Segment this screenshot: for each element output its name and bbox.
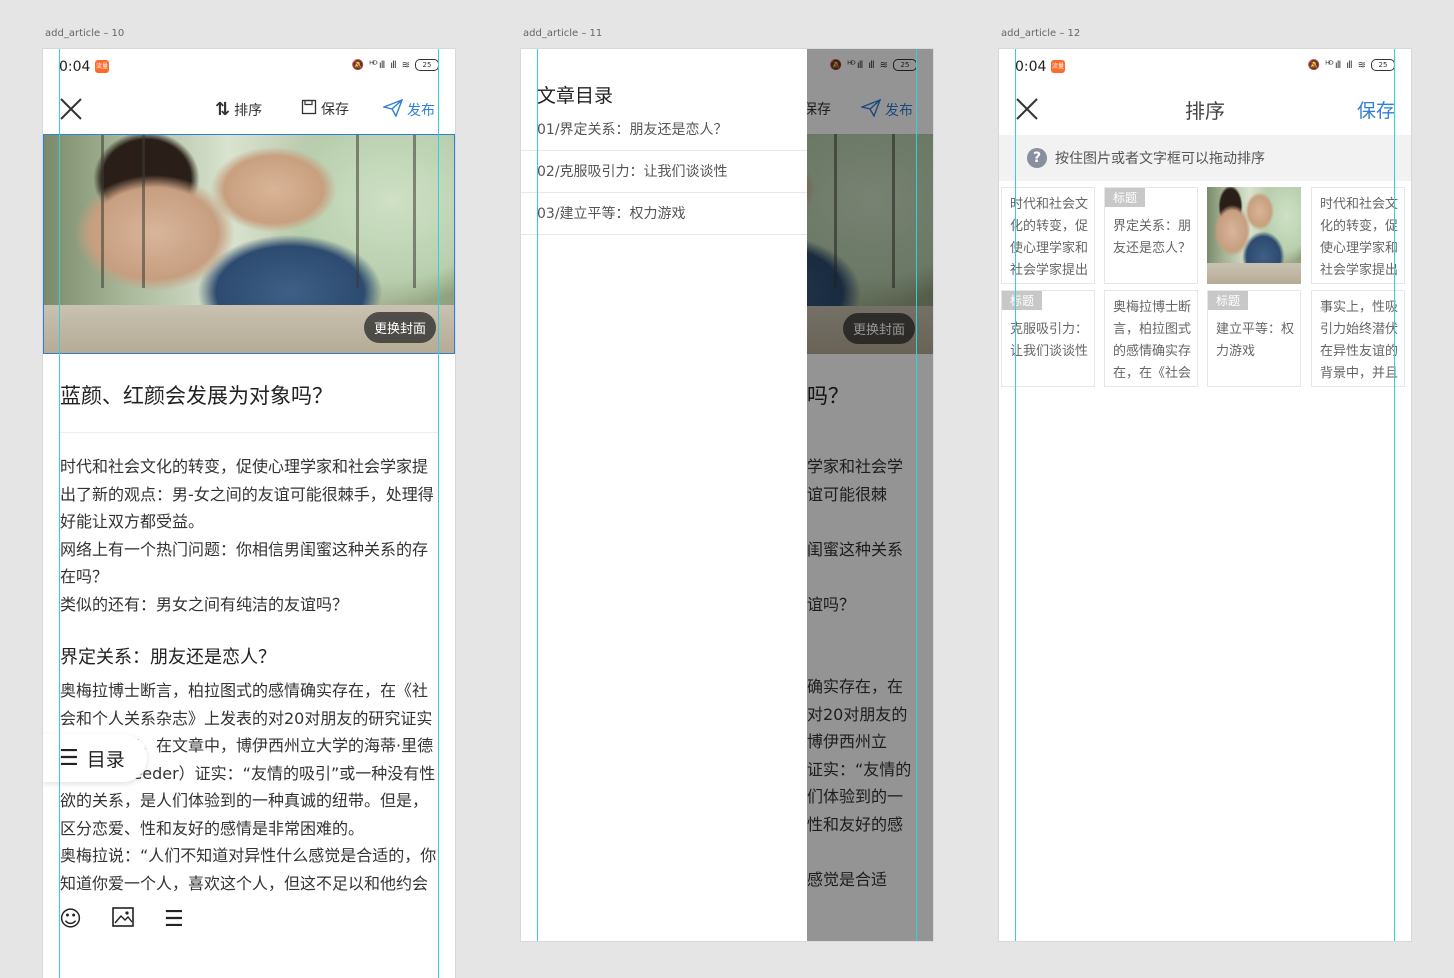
tip-text: 按住图片或者文字框可以拖动排序 [1055, 151, 1265, 167]
layout-guide [1015, 49, 1016, 941]
send-icon [381, 98, 404, 121]
title-tag: 标题 [1105, 188, 1146, 207]
signal-hd-icon: ᴴᴰ ıll [369, 59, 385, 71]
title-tag: 标题 [1208, 291, 1249, 310]
page-title: 排序 [1185, 99, 1225, 123]
help-icon: ? [1027, 148, 1047, 168]
paragraph: 网络上有一个热门问题：你相信男闺蜜这种关系的存在吗？ [60, 539, 429, 587]
sort-icon: ⇅ [215, 99, 231, 120]
save-button[interactable]: 保存 [301, 99, 349, 119]
sort-card-text[interactable]: 时代和社会文化的转变，促使心理学家和社会学家提出 [1311, 187, 1405, 284]
battery-icon: 25 [415, 59, 439, 71]
signal-icon: ıll [390, 59, 396, 71]
sort-tip: ? 按住图片或者文字框可以拖动排序 [999, 135, 1411, 181]
status-bar: 0:04 流量 🔕 ᴴᴰ ıll ıll ≋ 25 [999, 57, 1411, 79]
close-icon[interactable] [59, 97, 83, 125]
mute-icon: 🔕 [351, 59, 364, 71]
artboard-label: add_article – 10 [45, 28, 125, 39]
toc-item[interactable]: 03/建立平等：权力游戏 [521, 193, 807, 235]
save-icon [301, 99, 317, 119]
signal-icon: ıll [1346, 59, 1352, 71]
sort-button[interactable]: ⇅ 排序 [215, 99, 262, 120]
editor-bottom-bar: ☺ ☰ [43, 896, 455, 942]
status-time: 0:04 [59, 59, 91, 75]
sort-card-text[interactable]: 奥梅拉博士断言，柏拉图式的感情确实存在，在《社会 [1104, 290, 1198, 387]
toc-screen: 🔕 ᴴᴰ ıll ıll ≋ 25 保存 发布 更换封面 吗？ 学家和社会学 谊可… [521, 49, 933, 941]
layout-guide [537, 49, 538, 941]
publish-button[interactable]: 发布 [381, 98, 435, 121]
section-heading[interactable]: 界定关系：朋友还是恋人？ [60, 643, 276, 669]
layout-guide [438, 49, 439, 978]
layout-guide [59, 49, 60, 978]
toc-item[interactable]: 02/克服吸引力：让我们谈谈性 [521, 151, 807, 193]
cover-image[interactable]: 更换封面 [43, 134, 455, 354]
paragraph: 类似的还有：男女之间有纯洁的友谊吗？ [60, 594, 349, 614]
status-icons: 🔕 ᴴᴰ ıll ıll ≋ 25 [1308, 59, 1395, 71]
editor-screen: 0:04 流量 🔕 ᴴᴰ ıll ıll ≋ 25 ⇅ 排序 保存 发布 更换封… [43, 49, 455, 978]
list-icon[interactable]: ☰ [164, 907, 184, 932]
article-title[interactable]: 蓝颜、红颜会发展为对象吗？ [60, 380, 333, 410]
mute-icon: 🔕 [1307, 59, 1320, 71]
list-icon: ☰ [59, 745, 79, 771]
divider [60, 432, 438, 433]
save-label: 保存 [321, 102, 349, 118]
wifi-icon: ≋ [401, 59, 410, 71]
sort-screen: 0:04 流量 🔕 ᴴᴰ ıll ıll ≋ 25 排序 保存 ? 按住图片或者… [999, 49, 1411, 941]
artboard-label: add_article – 12 [1001, 28, 1081, 39]
status-bar: 0:04 流量 🔕 ᴴᴰ ıll ıll ≋ 25 [43, 57, 455, 79]
data-badge: 流量 [1051, 60, 1065, 73]
status-time: 0:04 [1015, 59, 1047, 75]
sort-card-image[interactable] [1207, 187, 1301, 284]
intro-text[interactable]: 时代和社会文化的转变，促使心理学家和社会学家提出了新的观点：男-女之间的友谊可能… [60, 453, 440, 618]
change-cover-button[interactable]: 更换封面 [363, 312, 436, 343]
publish-label: 发布 [407, 103, 435, 119]
battery-icon: 25 [1371, 59, 1395, 71]
image-icon[interactable] [112, 907, 134, 931]
dim-overlay[interactable] [807, 49, 933, 941]
sort-card-title[interactable]: 标题 建立平等：权力游戏 [1207, 290, 1301, 387]
toc-drawer: 文章目录 01/界定关系：朋友还是恋人？ 02/克服吸引力：让我们谈谈性 03/… [521, 49, 807, 941]
toc-title: 文章目录 [537, 85, 614, 107]
layout-guide [1394, 49, 1395, 941]
sort-card-text[interactable]: 事实上，性吸引力始终潜伏在异性友谊的背景中，并且 [1311, 290, 1405, 387]
data-badge: 流量 [95, 60, 109, 73]
title-tag: 标题 [1002, 291, 1043, 310]
wifi-icon: ≋ [1357, 59, 1366, 71]
signal-hd-icon: ᴴᴰ ıll [1325, 59, 1341, 71]
paragraph: 时代和社会文化的转变，促使心理学家和社会学家提出了新的观点：男-女之间的友谊可能… [60, 457, 434, 531]
status-icons: 🔕 ᴴᴰ ıll ıll ≋ 25 [352, 59, 439, 71]
layout-guide [916, 49, 917, 941]
toc-item[interactable]: 01/界定关系：朋友还是恋人？ [521, 109, 807, 151]
save-button[interactable]: 保存 [1357, 96, 1395, 123]
sort-label: 排序 [234, 102, 263, 119]
section-body[interactable]: 奥梅拉博士断言，柏拉图式的感情确实存在，在《社会和个人关系杂志》上发表的对20对… [60, 677, 440, 925]
toc-label: 目录 [86, 748, 125, 771]
artboard-label: add_article – 11 [523, 28, 603, 39]
sort-card-title[interactable]: 标题 界定关系：朋友还是恋人？ [1104, 187, 1198, 284]
emoji-icon[interactable]: ☺ [59, 907, 82, 932]
